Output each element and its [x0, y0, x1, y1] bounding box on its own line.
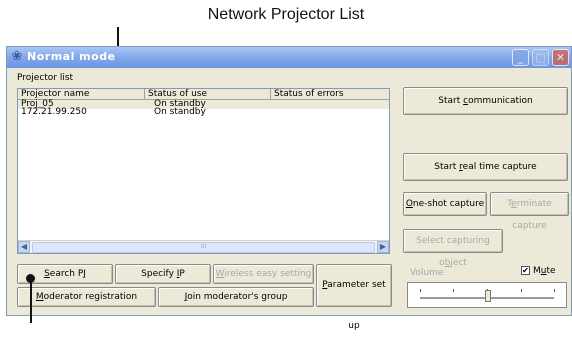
one-shot-capture-button[interactable]: One-shot capture: [403, 192, 487, 216]
horizontal-scrollbar[interactable]: ◀ III ▶: [18, 240, 389, 253]
projector-list[interactable]: Projector name Status of use Status of e…: [17, 88, 390, 254]
callout-title: Network Projector List: [207, 6, 365, 23]
maximize-button[interactable]: □: [532, 49, 549, 66]
start-real-time-capture-button[interactable]: Start real time capture: [403, 153, 568, 181]
volume-label: Volume: [410, 268, 444, 278]
slider-tick: [554, 289, 555, 292]
scroll-thumb[interactable]: III: [32, 242, 375, 253]
parameter-set-up-button[interactable]: Parameter set up: [316, 264, 392, 331]
column-header-projector-name[interactable]: Projector name: [18, 89, 145, 99]
mute-checkbox[interactable]: ✔: [521, 266, 530, 275]
callout-leader-search: [30, 281, 32, 323]
join-moderators-group-button[interactable]: Join moderator's group: [158, 287, 314, 307]
slider-tick: [420, 289, 421, 292]
select-capturing-object-button[interactable]: Select capturing object: [403, 229, 503, 268]
slider-thumb[interactable]: [485, 290, 491, 302]
cell-status-of-use: On standby: [154, 107, 206, 117]
projector-list-label: Projector list: [17, 73, 74, 83]
column-header-status-of-use[interactable]: Status of use: [145, 89, 271, 99]
table-row[interactable]: 172.21.99.250 On standby: [18, 108, 389, 117]
wireless-easy-setting-button[interactable]: Wireless easy setting: [213, 264, 314, 284]
title-bar[interactable]: ❀ Normal mode _ □ ✕: [7, 47, 571, 68]
checkmark-icon: ✔: [522, 266, 529, 275]
close-button[interactable]: ✕: [552, 49, 569, 66]
terminate-capture-button[interactable]: Terminate capture: [490, 192, 569, 231]
window-title: Normal mode: [27, 50, 116, 63]
mute-label: Mute: [533, 266, 556, 276]
slider-tick: [453, 289, 454, 292]
minimize-button[interactable]: _: [512, 49, 529, 66]
volume-slider[interactable]: [407, 282, 567, 308]
cell-projector-name: 172.21.99.250: [21, 107, 87, 117]
start-communication-button[interactable]: Start communication: [403, 87, 568, 115]
slider-tick: [521, 289, 522, 292]
scroll-right-icon[interactable]: ▶: [377, 241, 389, 253]
moderator-registration-button[interactable]: Moderator registration: [17, 287, 156, 307]
scroll-left-icon[interactable]: ◀: [18, 241, 30, 253]
specify-ip-button[interactable]: Specify IP: [115, 264, 211, 284]
normal-mode-window: ❀ Normal mode _ □ ✕ Projector list Proje…: [6, 46, 572, 331]
app-icon: ❀: [11, 49, 23, 64]
column-header-status-of-errors[interactable]: Status of errors: [271, 89, 389, 99]
